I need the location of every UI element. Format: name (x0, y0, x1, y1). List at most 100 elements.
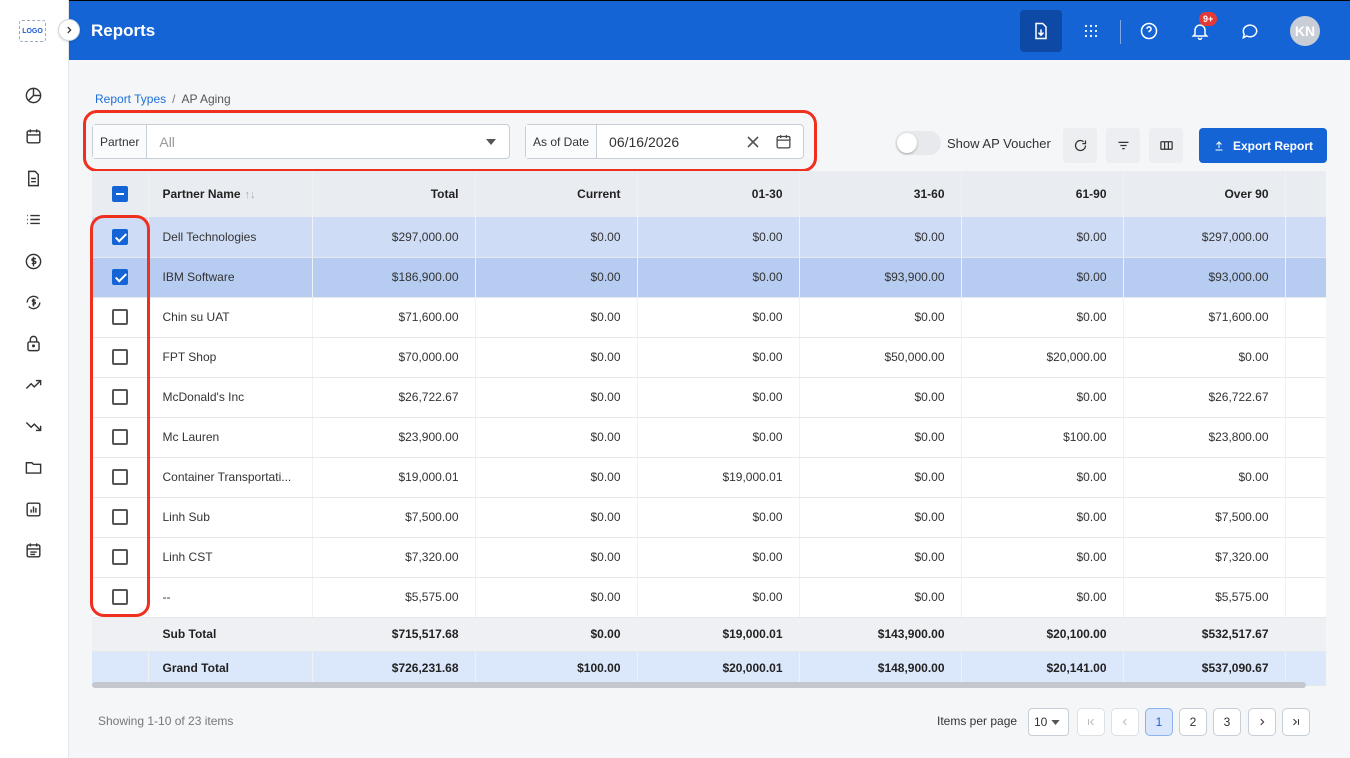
clear-icon[interactable] (747, 135, 759, 148)
cell-01-30: $0.00 (636, 417, 799, 458)
cell-61-90: $0.00 (960, 217, 1123, 258)
refresh-button[interactable] (1063, 128, 1097, 163)
dashboard-pie-icon[interactable] (23, 85, 43, 105)
last-page-button[interactable] (1282, 708, 1310, 736)
items-per-page-select[interactable]: 10 (1028, 708, 1069, 736)
apps-grid-button[interactable] (1070, 10, 1112, 52)
cell-total: $5,575.00 (311, 577, 475, 618)
row-checkbox[interactable] (111, 429, 128, 445)
refresh-icon (1074, 139, 1086, 152)
table-row[interactable]: Chin su UAT $71,600.00 $0.00 $0.00 $0.00 $0.0… (92, 297, 1326, 338)
page-3-button[interactable]: 3 (1213, 708, 1241, 736)
table-row[interactable]: McDonald's Inc $26,722.67 $0.00 $0.00 $0.00 $… (92, 377, 1326, 418)
row-checkbox[interactable] (111, 509, 128, 525)
table-row[interactable]: IBM Software $186,900.00 $0.00 $0.00 $93,900… (92, 257, 1326, 298)
folder-icon[interactable] (23, 457, 43, 477)
cell-31-60: $0.00 (798, 217, 961, 258)
avatar[interactable]: KN (1290, 16, 1320, 46)
trending-down-icon[interactable] (23, 416, 43, 436)
col-31-60[interactable]: 31-60 (798, 171, 961, 217)
expand-sidebar-button[interactable] (58, 19, 80, 41)
row-checkbox[interactable] (111, 469, 128, 485)
calendar-icon[interactable] (23, 126, 43, 146)
dollar-circle-icon[interactable] (23, 251, 43, 271)
cell-end (1284, 217, 1326, 258)
table-row[interactable]: Dell Technologies $297,000.00 $0.00 $0.00 $0… (92, 217, 1326, 258)
grandtotal-over-90: $537,090.67 (1122, 651, 1285, 686)
col-01-30[interactable]: 01-30 (636, 171, 799, 217)
cell-partner-name: Chin su UAT (147, 297, 312, 338)
cell-01-30: $0.00 (636, 577, 799, 618)
cell-31-60: $93,900.00 (798, 257, 961, 298)
cell-over-90: $0.00 (1122, 337, 1285, 378)
row-checkbox[interactable] (111, 549, 128, 565)
row-checkbox[interactable] (111, 309, 128, 325)
cell-total: $7,320.00 (311, 537, 475, 578)
lock-icon[interactable] (23, 333, 43, 353)
chevron-right-icon (1260, 718, 1265, 726)
calendar-list-icon[interactable] (23, 540, 43, 560)
show-ap-voucher-toggle[interactable] (895, 131, 941, 155)
chat-button[interactable] (1229, 10, 1271, 52)
table-row[interactable]: Linh Sub $7,500.00 $0.00 $0.00 $0.00 $0.00 $7,… (92, 497, 1326, 538)
cell-31-60: $0.00 (798, 537, 961, 578)
cell-partner-name: McDonald's Inc (147, 377, 312, 418)
partner-select-value[interactable]: All (147, 134, 486, 150)
col-partner-name[interactable]: Partner Name ↑↓ (147, 171, 312, 217)
filter-button[interactable] (1106, 128, 1140, 163)
cell-01-30: $19,000.01 (636, 457, 799, 498)
cell-61-90: $0.00 (960, 497, 1123, 538)
as-of-date-filter[interactable]: As of Date 06/16/2026 (525, 124, 804, 159)
cell-current: $0.00 (474, 577, 637, 618)
page-2-button[interactable]: 2 (1179, 708, 1207, 736)
row-checkbox[interactable] (111, 589, 128, 605)
as-of-date-label: As of Date (526, 125, 598, 158)
sort-icon[interactable]: ↑↓ (245, 189, 256, 201)
page-1-button[interactable]: 1 (1145, 708, 1173, 736)
table-row[interactable]: Mc Lauren $23,900.00 $0.00 $0.00 $0.00 $100.0… (92, 417, 1326, 458)
chevron-left-icon (1122, 718, 1127, 726)
row-checkbox[interactable] (111, 228, 128, 245)
columns-button[interactable] (1149, 128, 1183, 163)
partner-filter[interactable]: Partner All (92, 124, 510, 159)
cell-over-90: $297,000.00 (1122, 217, 1285, 258)
table-row[interactable]: Container Transportati... $19,000.01 $0.00… (92, 457, 1326, 498)
col-total[interactable]: Total (311, 171, 475, 217)
cell-current: $0.00 (474, 217, 637, 258)
cell-current: $0.00 (474, 337, 637, 378)
prev-page-button[interactable] (1111, 708, 1139, 736)
document-icon[interactable] (23, 168, 43, 188)
next-page-button[interactable] (1248, 708, 1276, 736)
col-spacer (1284, 171, 1326, 217)
bar-chart-icon[interactable] (23, 499, 43, 519)
calendar-picker-icon[interactable] (775, 133, 792, 150)
col-current[interactable]: Current (474, 171, 637, 217)
horizontal-scrollbar[interactable] (92, 682, 1306, 688)
select-all-checkbox[interactable] (111, 186, 128, 202)
table-row[interactable]: -- $5,575.00 $0.00 $0.00 $0.00 $0.00 $5,575.00 (92, 577, 1326, 618)
table-row[interactable]: Linh CST $7,320.00 $0.00 $0.00 $0.00 $0.00 $7,… (92, 537, 1326, 578)
download-report-button[interactable] (1020, 10, 1062, 52)
row-checkbox[interactable] (111, 389, 128, 405)
dollar-refresh-icon[interactable] (23, 292, 43, 312)
row-checkbox[interactable] (111, 269, 128, 285)
columns-icon (1159, 141, 1173, 150)
caret-down-icon[interactable] (486, 138, 496, 145)
download-file-icon (1035, 22, 1047, 40)
col-over-90[interactable]: Over 90 (1122, 171, 1285, 217)
export-report-button[interactable]: Export Report (1199, 128, 1327, 163)
table-row[interactable]: FPT Shop $70,000.00 $0.00 $0.00 $50,000.00 $2… (92, 337, 1326, 378)
date-input[interactable]: 06/16/2026 (597, 134, 747, 150)
trending-up-icon[interactable] (23, 374, 43, 394)
upload-icon (1215, 140, 1223, 150)
pagination-summary: Showing 1-10 of 23 items (98, 714, 234, 728)
help-button[interactable] (1128, 10, 1170, 52)
breadcrumb-report-types[interactable]: Report Types (95, 92, 166, 106)
row-checkbox[interactable] (111, 349, 128, 365)
cell-partner-name: FPT Shop (147, 337, 312, 378)
cell-partner-name: IBM Software (147, 257, 312, 298)
breadcrumb-separator: / (172, 92, 176, 106)
list-icon[interactable] (23, 209, 43, 229)
first-page-button[interactable] (1077, 708, 1105, 736)
col-61-90[interactable]: 61-90 (960, 171, 1123, 217)
